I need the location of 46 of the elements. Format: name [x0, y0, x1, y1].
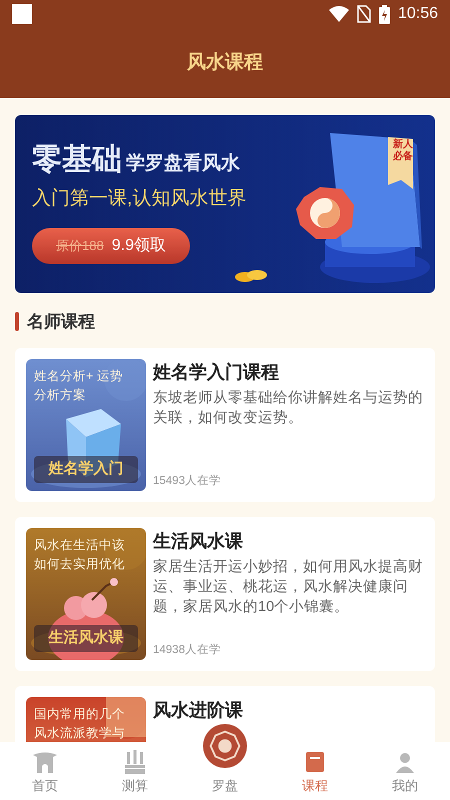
offer-price: 9.9领取	[112, 236, 166, 256]
tab[interactable]: 测算	[90, 742, 180, 800]
course-card[interactable]: 风水在生活中该 如何去实用优化 生活风水课 生活风水课 家居生活开运小妙招，如何用风水提高财运、事业运、桃花运，风水解决健康问题，家居风水的10个小锦囊。 14938人在学	[15, 516, 435, 670]
tab[interactable]: 课程	[270, 742, 360, 800]
no-sim-icon	[356, 5, 371, 23]
ribbon-text: 必备	[393, 151, 413, 163]
original-price: 原价188	[56, 236, 104, 255]
course-title: 风水进阶课	[153, 698, 244, 722]
banner-subheadline: 学罗盘看风水	[126, 152, 240, 176]
cover-caption: 国内常用的几个	[34, 706, 126, 722]
course-description: 东坡老师从零基础给你讲解姓名与运势的关联，如何改变运势。	[153, 388, 424, 428]
cover-label: 生活风水课	[34, 625, 138, 652]
promo-banner[interactable]: 零基础 学罗盘看风水 入门第一课,认知风水世界 原价188 9.9领取 新人 必备	[15, 115, 435, 293]
tab[interactable]: 首页	[0, 742, 90, 800]
wifi-icon	[328, 6, 349, 22]
banner-headline: 零基础	[32, 143, 122, 177]
cover-caption: 如何去实用优化	[34, 556, 126, 572]
section-title: 名师课程	[27, 311, 95, 333]
person-icon	[393, 750, 417, 774]
section-marker	[15, 312, 19, 332]
cover-caption: 风水在生活中该	[34, 536, 126, 552]
course-card[interactable]: 姓名分析+ 运势 分析方案 姓名学入门 姓名学入门课程 东坡老师从零基础给你讲解姓名与运势的关联，如何改变运势。 15493人在学	[15, 348, 435, 502]
tab[interactable]: 罗盘	[212, 778, 238, 794]
coins-icon	[235, 267, 267, 283]
course-title: 姓名学入门课程	[153, 360, 280, 384]
page-title: 风水课程	[187, 50, 263, 75]
cover-label: 姓名学入门	[34, 456, 138, 482]
notification-icon	[12, 4, 32, 24]
banner-tagline: 入门第一课,认知风水世界	[32, 187, 248, 211]
pillars-icon	[123, 750, 147, 774]
book-icon	[303, 750, 327, 774]
cover-caption: 姓名分析+ 运势	[34, 368, 124, 384]
course-title: 生活风水课	[153, 530, 244, 552]
clock: 10:56	[398, 4, 438, 24]
course-description: 家居生活开运小妙招，如何用风水提高财运、事业运、桃花运，风水解决健康问题，家居风水的10个小锦囊。	[153, 558, 424, 616]
claim-button[interactable]: 原价188 9.9领取	[32, 228, 190, 264]
cover-caption: 风水流派教学与	[34, 724, 126, 740]
ribbon-text: 新人	[393, 139, 413, 150]
bagua-icon	[203, 724, 247, 768]
course-card[interactable]: 国内常用的几个 风水流派教学与 风水进阶课	[15, 686, 435, 742]
gate-icon	[32, 750, 58, 774]
learner-count: 15493人在学	[153, 474, 222, 490]
learner-count: 14938人在学	[153, 642, 222, 658]
cover-caption: 分析方案	[34, 386, 87, 402]
battery-charging-icon	[378, 4, 390, 24]
tab[interactable]: 我的	[360, 742, 450, 800]
